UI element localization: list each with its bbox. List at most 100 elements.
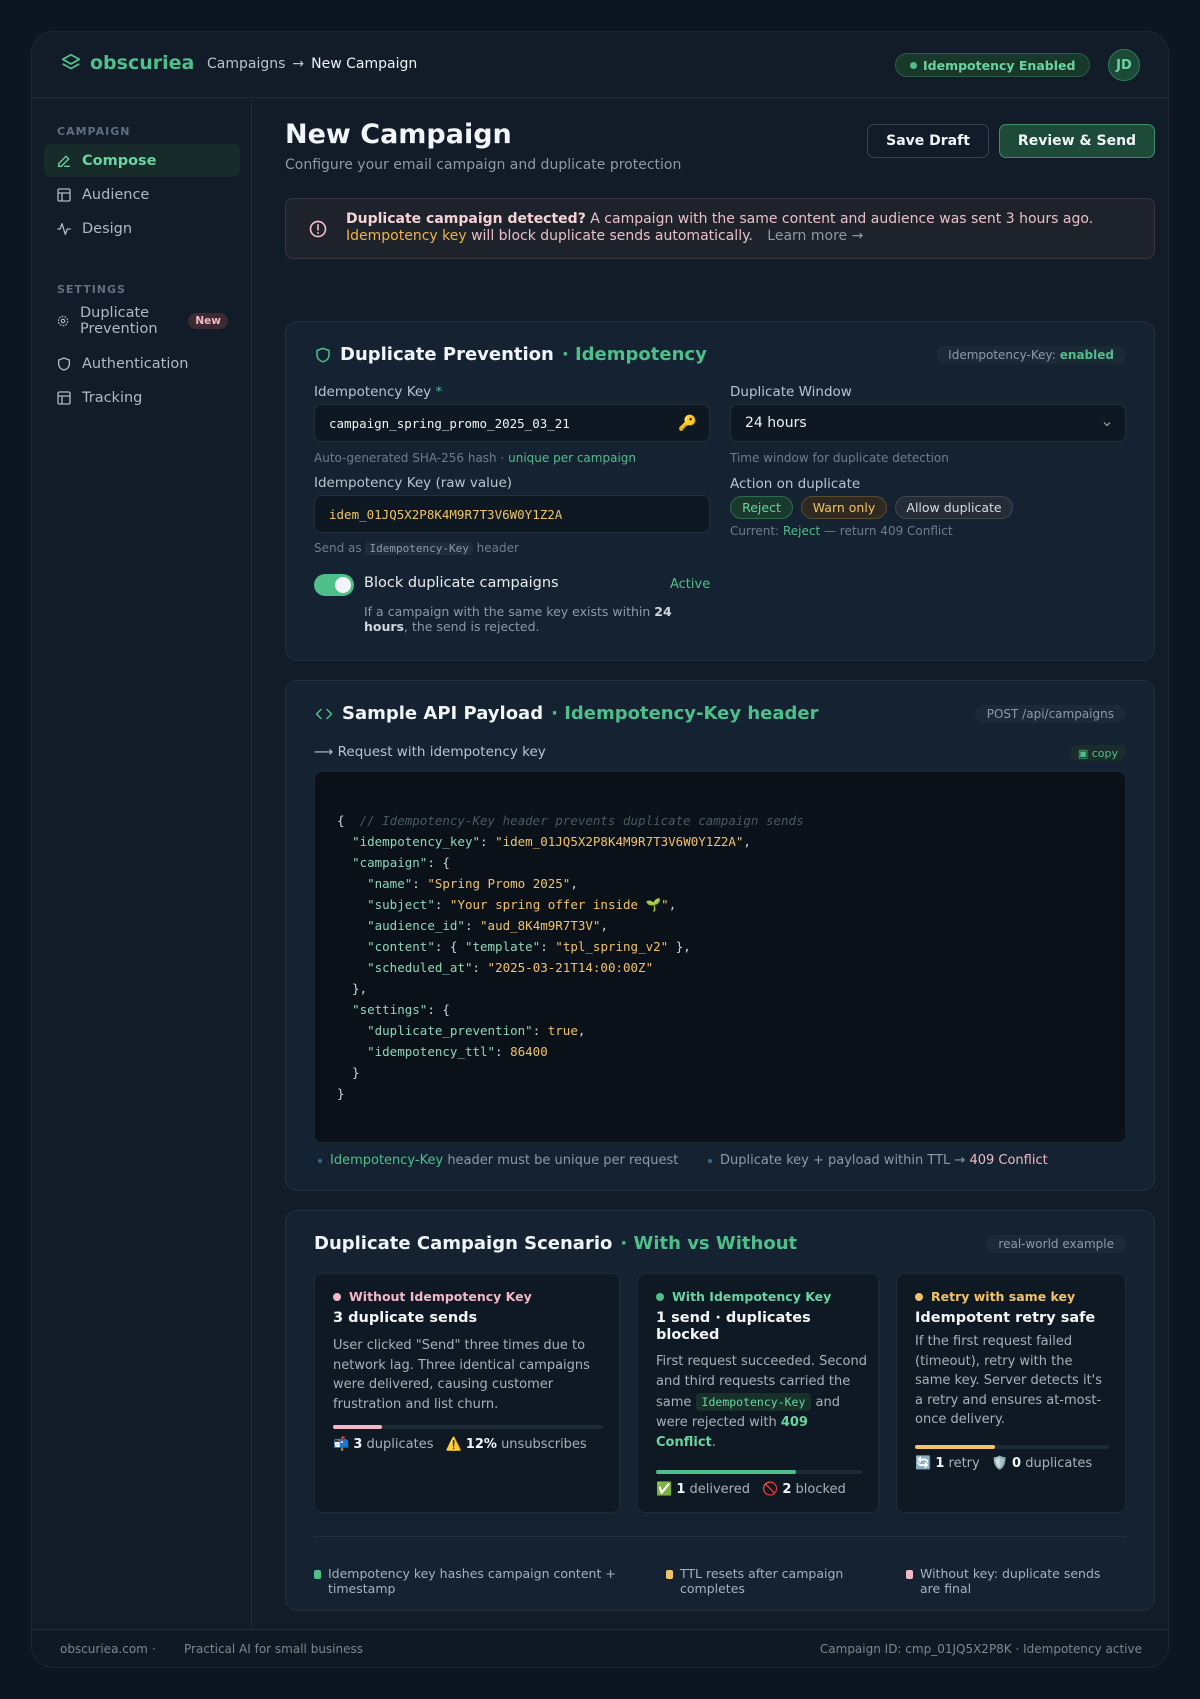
desc-text: . (711, 1435, 716, 1450)
desc-text: If a campaign with the same key exists w… (364, 604, 651, 619)
legend-item: Idempotency key hashes campaign content … (314, 1566, 624, 1596)
scenario-title: 3 duplicate sends (333, 1310, 478, 1326)
label-text: With Idempotency Key (672, 1289, 832, 1304)
action-allow-chip[interactable]: Allow duplicate (895, 496, 1013, 519)
api-note-1: Idempotency-Key header must be unique pe… (318, 1153, 678, 1168)
bullet-icon (708, 1158, 712, 1163)
user-avatar[interactable]: JD (1108, 49, 1140, 81)
sidebar-item-authentication[interactable]: Authentication (44, 347, 240, 380)
sidebar-item-label: Design (82, 220, 133, 237)
sidebar-section-settings: SETTINGS (57, 283, 126, 296)
stat-blocked: 🚫 2 blocked (762, 1482, 846, 1497)
request-label: ⟶ Request with idempotency key (314, 744, 546, 760)
shield-icon (58, 356, 70, 371)
raw-key-hint: Send as Idempotency-Key header (314, 541, 519, 555)
brand-name: obscuriea (90, 52, 195, 74)
brand-logo[interactable]: obscuriea (60, 52, 194, 74)
desc-code: Idempotency-Key (695, 1393, 812, 1411)
scenario-card: Duplicate Campaign Scenario · With vs Wi… (285, 1210, 1155, 1611)
layout-icon (57, 390, 71, 405)
raw-key-label: Idempotency Key (raw value) (314, 475, 513, 491)
card-title-accent: · Idempotency (561, 344, 707, 365)
legend-text: Idempotency key hashes campaign content … (328, 1566, 616, 1596)
sidebar-item-compose[interactable]: Compose (44, 144, 240, 177)
example-pill: real-world example (986, 1235, 1126, 1253)
note-text: Duplicate key + payload within TTL → (720, 1153, 966, 1168)
page-subtitle: Configure your email campaign and duplic… (285, 157, 682, 173)
status-badge-label: Idempotency Enabled (923, 57, 1076, 73)
save-draft-button[interactable]: Save Draft (867, 124, 989, 158)
breadcrumb: Campaigns → New Campaign (207, 56, 417, 72)
copy-button[interactable]: ▣ copy (1069, 745, 1126, 761)
scenario-label: Retry with same key (915, 1289, 1075, 1304)
scenario-stats: 🔄 1 retry 🛡️ 0 duplicates (915, 1456, 1092, 1471)
toggle-description: If a campaign with the same key exists w… (364, 604, 694, 634)
bullet-icon (318, 1158, 322, 1163)
toggle-status: Active (670, 577, 711, 592)
scenario-without-key: Without Idempotency Key 3 duplicate send… (314, 1273, 620, 1513)
select-value: 24 hours (745, 415, 807, 431)
page-title: New Campaign (285, 119, 512, 150)
legend-swatch (906, 1570, 913, 1579)
footer-site-link[interactable]: obscuriea.com (60, 1642, 148, 1656)
status-dot-icon (915, 1292, 923, 1301)
code-block[interactable]: { // Idempotency-Key header prevents dup… (314, 771, 1126, 1143)
alert-key: Idempotency key (346, 228, 467, 244)
stat-duplicates: 🛡️ 0 duplicates (992, 1456, 1092, 1471)
key-hint: Auto-generated SHA-256 hash · unique per… (314, 451, 636, 465)
scenario-stats: 📬 3 duplicates ⚠️ 12% unsubscribes (333, 1437, 587, 1452)
sidebar-item-label: Tracking (82, 389, 143, 406)
idempotency-key-pill: Idempotency-Key: enabled (936, 346, 1126, 364)
sidebar-item-label: Duplicate Prevention (80, 305, 158, 337)
top-header: obscuriea Campaigns → New Campaign Idemp… (32, 32, 1168, 98)
stat-duplicates: 📬 3 duplicates (333, 1437, 433, 1452)
stat-delivered: ✅ 1 delivered (656, 1482, 750, 1497)
check-icon: ✅ (656, 1482, 673, 1497)
new-badge: New (188, 313, 228, 329)
card-title-text: Sample API Payload (342, 703, 544, 724)
footer-separator: · (152, 1642, 156, 1656)
card-title: Duplicate Prevention · Idempotency (314, 344, 707, 365)
status-dot-icon (656, 1292, 664, 1301)
status-dot-icon (333, 1292, 341, 1301)
input-value: campaign_spring_promo_2025_03_21 (329, 415, 570, 431)
label-text: Retry with same key (931, 1289, 1076, 1304)
code-icon (315, 708, 333, 719)
stat-value: 12% (465, 1437, 497, 1452)
chevron-down-icon (1103, 422, 1111, 427)
code-comment: // Idempotency-Key header prevents dupli… (359, 813, 804, 828)
stat-label: duplicates (366, 1437, 434, 1452)
scenario-label: Without Idempotency Key (333, 1289, 532, 1304)
card-title: Duplicate Campaign Scenario · With vs Wi… (314, 1233, 797, 1254)
idempotency-key-input[interactable]: campaign_spring_promo_2025_03_21 🔑 (314, 404, 710, 442)
sidebar-item-audience[interactable]: Audience (44, 178, 240, 211)
duplicate-window-select[interactable]: 24 hours (730, 404, 1126, 442)
breadcrumb-campaigns[interactable]: Campaigns (207, 56, 285, 72)
legend-text: TTL resets after campaign completes (680, 1566, 844, 1596)
activity-icon (57, 222, 71, 235)
hint-accent: Reject (782, 524, 821, 538)
duplicate-alert: Duplicate campaign detected? A campaign … (285, 198, 1155, 259)
duplicate-window-label: Duplicate Window (730, 384, 852, 400)
alert-circle-icon (309, 220, 327, 238)
shield-icon: 🛡️ (991, 1456, 1008, 1471)
hint-text: Send as (314, 541, 362, 555)
sidebar-item-duplicate-prevention[interactable]: Duplicate Prevention New (44, 300, 240, 342)
stat-value: 3 (353, 1437, 363, 1452)
scenario-description: User clicked "Send" three times due to n… (333, 1338, 590, 1412)
block-duplicates-toggle[interactable] (314, 574, 354, 596)
sidebar-item-design[interactable]: Design (44, 212, 240, 245)
action-reject-chip[interactable]: Reject (730, 496, 793, 519)
delivered-progress-bar (656, 1470, 862, 1474)
scenario-stats: ✅ 1 delivered 🚫 2 blocked (656, 1482, 846, 1497)
review-send-button[interactable]: Review & Send (999, 124, 1155, 158)
window-hint: Time window for duplicate detection (730, 451, 949, 465)
hint-text: Current: (730, 524, 780, 538)
action-warn-chip[interactable]: Warn only (801, 496, 887, 519)
learn-more-link[interactable]: Learn more → (767, 228, 863, 244)
raw-key-input[interactable]: idem_01JQ5X2P8K4M9R7T3V6W0Y1Z2A (314, 495, 710, 533)
scenario-title: 1 send · duplicates blocked (656, 1310, 811, 1343)
action-label: Action on duplicate (730, 476, 861, 492)
pill-label: Idempotency-Key: (948, 348, 1056, 362)
sidebar-item-tracking[interactable]: Tracking (44, 381, 240, 414)
